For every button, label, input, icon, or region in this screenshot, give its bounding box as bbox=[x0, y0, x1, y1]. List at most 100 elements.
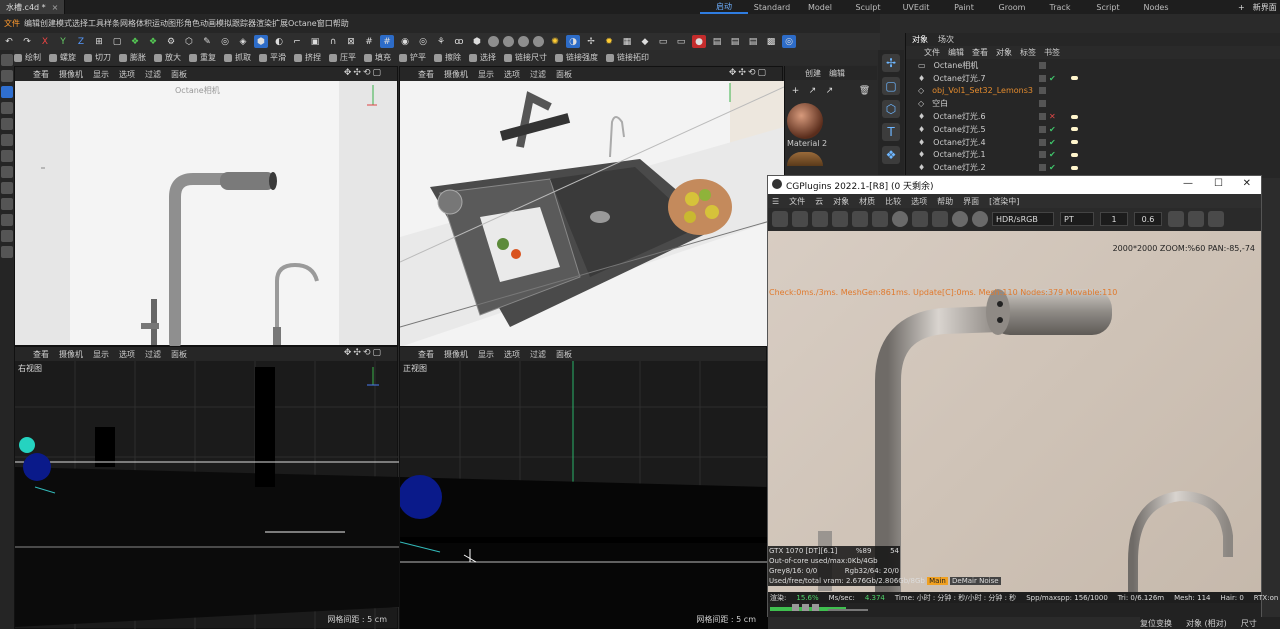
octane-menu-item[interactable]: 材质 bbox=[859, 196, 875, 207]
menu-item[interactable]: 扩展 bbox=[272, 18, 288, 29]
cloner-icon[interactable]: ◈ bbox=[236, 35, 250, 48]
octane-settings-icon[interactable]: ⬢ bbox=[470, 35, 484, 48]
film-icon[interactable]: ▤ bbox=[710, 35, 724, 48]
sculpt-tool-button[interactable]: 抓取 bbox=[224, 52, 251, 63]
render-settings-icon[interactable]: ⚙ bbox=[164, 35, 178, 48]
enabled-check-icon[interactable]: ✔ bbox=[1049, 163, 1056, 172]
menu-item[interactable]: 体积 bbox=[136, 18, 152, 29]
menu-item[interactable]: 编辑 bbox=[24, 18, 40, 29]
pick-icon[interactable]: ↗ bbox=[823, 84, 836, 97]
sculpt-tool-button[interactable]: 链接拓印 bbox=[606, 52, 649, 63]
layout-tab[interactable]: Model bbox=[796, 3, 844, 12]
visibility-toggle[interactable] bbox=[1039, 164, 1046, 172]
visibility-toggle[interactable] bbox=[1039, 87, 1046, 95]
floor-icon[interactable]: ⌐ bbox=[290, 35, 304, 48]
cloner-icon[interactable]: ❖ bbox=[882, 146, 900, 164]
model-mode-icon[interactable] bbox=[1, 150, 13, 162]
octane-window-icon[interactable]: ◎ bbox=[782, 35, 796, 48]
object-row[interactable]: ▭ Octane相机 bbox=[906, 59, 1280, 72]
cube-icon[interactable]: ⬡ bbox=[882, 100, 900, 118]
axis-mode-icon[interactable] bbox=[1, 214, 13, 226]
enabled-check-icon[interactable]: ✔ bbox=[1049, 138, 1056, 147]
subdivision-icon[interactable]: ◎ bbox=[218, 35, 232, 48]
snap-icon[interactable]: ⊠ bbox=[344, 35, 358, 48]
disabled-icon[interactable]: ✕ bbox=[1049, 112, 1056, 121]
grid-icon[interactable] bbox=[812, 604, 819, 611]
material-thumbnail-2[interactable] bbox=[787, 152, 823, 166]
sculpt-tool-button[interactable]: 铲平 bbox=[399, 52, 426, 63]
undo-icon[interactable]: ↶ bbox=[2, 35, 16, 48]
menu-item[interactable]: 模拟 bbox=[216, 18, 232, 29]
document-tab[interactable]: 水槽.c4d * × bbox=[0, 0, 66, 14]
grid-snap-icon[interactable]: # bbox=[362, 35, 376, 48]
light-tag-icon[interactable] bbox=[1071, 152, 1078, 157]
material-thumbnail[interactable] bbox=[787, 103, 823, 139]
octane-menu-item[interactable]: 云 bbox=[815, 196, 823, 207]
sculpt-tool-button[interactable]: 放大 bbox=[154, 52, 181, 63]
visibility-toggle[interactable] bbox=[1039, 61, 1046, 69]
viewport-right[interactable]: 查看 摄像机 显示 选项 过滤 面板 ✥✣⟲▢ 右视图 网格间距: 5 cm bbox=[14, 346, 399, 629]
coord-system-icon[interactable]: ⊞ bbox=[92, 35, 106, 48]
sculpt-tool-button[interactable]: 填充 bbox=[364, 52, 391, 63]
cube-icon[interactable]: ⬡ bbox=[182, 35, 196, 48]
sculpt-tool-button[interactable]: 平滑 bbox=[259, 52, 286, 63]
sculpt-tool-button[interactable]: 链接尺寸 bbox=[504, 52, 547, 63]
sculpt-tool-button[interactable]: 绘制 bbox=[14, 52, 41, 63]
daylight-icon[interactable]: ✹ bbox=[602, 35, 616, 48]
om-menu-tags[interactable]: 标签 bbox=[1020, 47, 1036, 58]
menu-file[interactable]: 文件 bbox=[0, 18, 24, 29]
octane-logo-icon[interactable]: ✢ bbox=[882, 54, 900, 72]
menu-item[interactable]: 帮助 bbox=[333, 18, 349, 29]
menu-item[interactable]: 网格 bbox=[120, 18, 136, 29]
om-menu-bookmarks[interactable]: 书签 bbox=[1044, 47, 1060, 58]
grid-icon[interactable] bbox=[792, 604, 799, 611]
trash-icon[interactable]: 🗑 bbox=[858, 84, 871, 97]
pen-icon[interactable]: ✎ bbox=[200, 35, 214, 48]
text-icon[interactable]: T bbox=[882, 123, 900, 141]
sculpt-tool-button[interactable]: 切刀 bbox=[84, 52, 111, 63]
region-icon[interactable] bbox=[832, 211, 848, 227]
deformer-icon[interactable]: ⬢ bbox=[254, 35, 268, 48]
menu-item[interactable]: 窗口 bbox=[317, 18, 333, 29]
sculpt-tool-button[interactable]: 选择 bbox=[469, 52, 496, 63]
hair-icon[interactable]: ꝏ bbox=[452, 35, 466, 48]
object-row[interactable]: ♦ Octane灯光.1 ✔ bbox=[906, 149, 1280, 162]
new-layout-button[interactable]: + 新界面 bbox=[1238, 0, 1277, 14]
mat-menu-create[interactable]: 创建 bbox=[805, 68, 821, 79]
object-row[interactable]: ◇ 空白 bbox=[906, 97, 1280, 110]
film-3-icon[interactable]: ▤ bbox=[746, 35, 760, 48]
edge-mode-icon[interactable] bbox=[1, 182, 13, 194]
menu-item[interactable]: Octane bbox=[288, 19, 317, 28]
tab-objects[interactable]: 对象 bbox=[912, 34, 928, 45]
viewport-front[interactable]: 查看 摄像机 显示 选项 过滤 面板 正视图 网格间距 : 5 cm bbox=[399, 346, 768, 629]
layout-tab[interactable]: Groom bbox=[988, 3, 1036, 12]
enabled-check-icon[interactable]: ✔ bbox=[1049, 74, 1056, 83]
record-icon[interactable]: ● bbox=[692, 35, 706, 48]
material-pick-icon[interactable] bbox=[972, 211, 988, 227]
menu-item[interactable]: 样条 bbox=[104, 18, 120, 29]
render-icon[interactable]: ▩ bbox=[764, 35, 778, 48]
grid-icon[interactable] bbox=[802, 604, 809, 611]
viewport-perspective[interactable]: 查看 摄像机 显示 选项 过滤 面板 ✥✣⟲▢ Octane相机 bbox=[14, 66, 398, 347]
object-row[interactable]: ◇ obj_Vol1_Set32_Lemons3 bbox=[906, 85, 1280, 98]
redo-icon[interactable]: ↷ bbox=[20, 35, 34, 48]
pen-tool-icon[interactable] bbox=[1, 246, 13, 258]
octane-logo-icon[interactable] bbox=[772, 211, 788, 227]
light-tag-icon[interactable] bbox=[1071, 114, 1078, 119]
save-icon[interactable] bbox=[1208, 211, 1224, 227]
close-icon[interactable]: × bbox=[52, 3, 59, 12]
octane-menu-item[interactable]: 帮助 bbox=[937, 196, 953, 207]
octane-sphere-icon[interactable] bbox=[488, 36, 499, 47]
layout-tab[interactable]: 启动 bbox=[700, 1, 748, 14]
camera-icon[interactable]: ▣ bbox=[308, 35, 322, 48]
octane-glossy-icon[interactable] bbox=[518, 36, 529, 47]
menu-item[interactable]: 角色 bbox=[184, 18, 200, 29]
material-preview-icon[interactable] bbox=[892, 211, 908, 227]
object-row[interactable]: ♦ Octane灯光.6 ✕ bbox=[906, 110, 1280, 123]
object-row[interactable]: ♦ Octane灯光.4 ✔ bbox=[906, 136, 1280, 149]
add-icon[interactable]: + bbox=[789, 84, 802, 97]
visibility-toggle[interactable] bbox=[1039, 100, 1046, 108]
object-row[interactable]: ♦ Octane灯光.2 ✔ bbox=[906, 161, 1280, 174]
octane-logo-icon[interactable]: ✢ bbox=[584, 35, 598, 48]
viewport-octane-preview[interactable]: 查看 摄像机 显示 选项 过滤 面板 ✥✣⟲▢ bbox=[399, 66, 784, 347]
